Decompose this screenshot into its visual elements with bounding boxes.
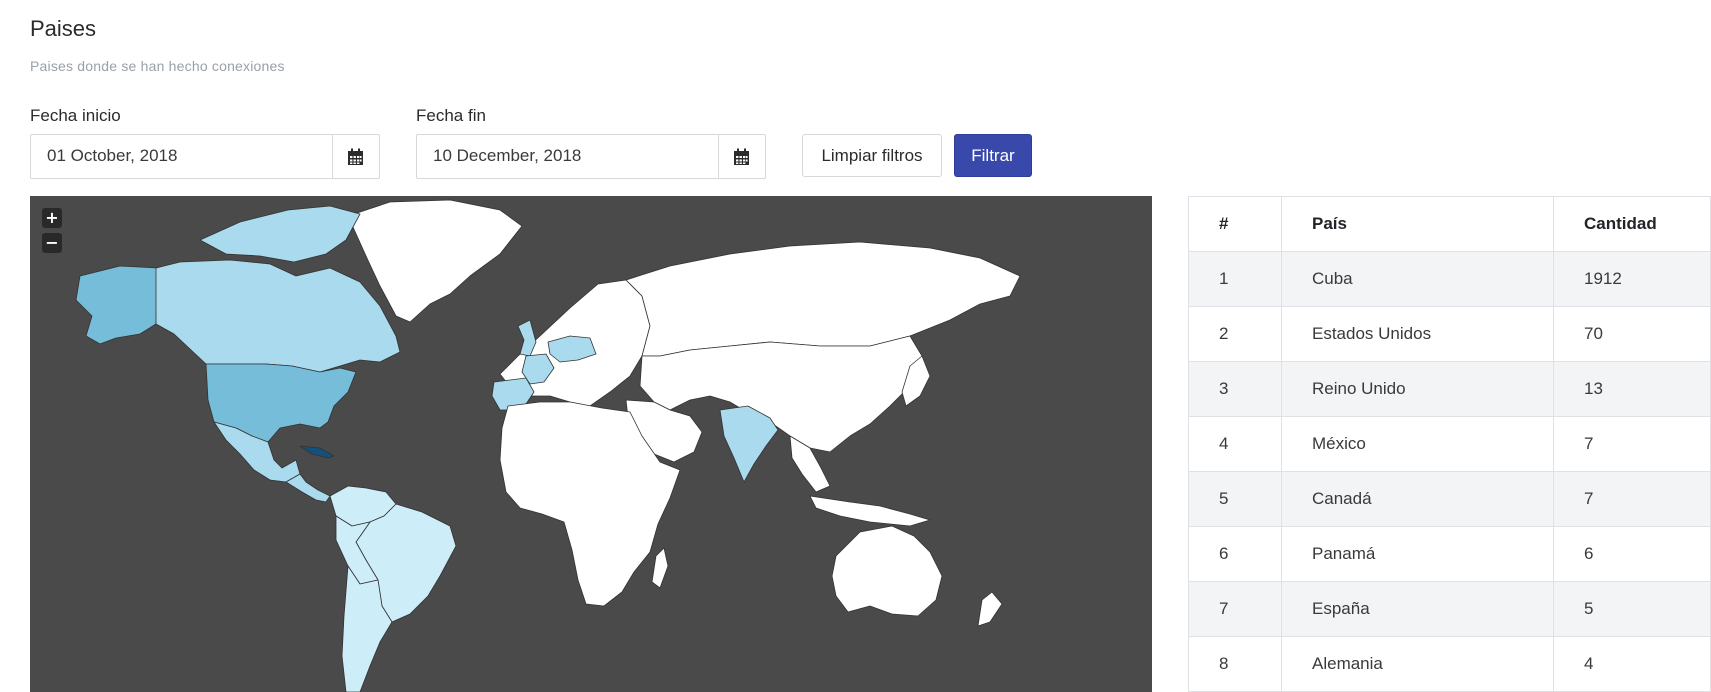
cell-country: México [1281, 416, 1554, 472]
cell-index: 8 [1188, 636, 1282, 692]
end-date-label: Fecha fin [416, 106, 486, 125]
zoom-out-button[interactable]: − [42, 233, 62, 253]
country-cuba[interactable] [299, 445, 335, 459]
header-country: País [1281, 196, 1554, 252]
cell-count: 7 [1553, 416, 1711, 472]
table-header-row: # País Cantidad [1188, 196, 1711, 252]
cell-count: 1912 [1553, 251, 1711, 307]
clear-filters-button[interactable]: Limpiar filtros [802, 134, 942, 177]
page-title: Paises [30, 16, 97, 41]
world-map-svg [75, 199, 1021, 692]
cell-country: España [1281, 581, 1554, 637]
cell-country: Canadá [1281, 471, 1554, 527]
table-row: 8 Alemania 4 [1188, 636, 1711, 692]
end-date-calendar-button[interactable] [717, 135, 765, 178]
countries-table: # País Cantidad 1 Cuba 1912 2 Estados Un… [1188, 196, 1711, 692]
world-map[interactable]: + − [30, 196, 1152, 692]
table-row: 6 Panamá 6 [1188, 526, 1711, 582]
start-date-label: Fecha inicio [30, 106, 121, 125]
cell-index: 4 [1188, 416, 1282, 472]
countries-table-container: # País Cantidad 1 Cuba 1912 2 Estados Un… [1188, 196, 1711, 692]
country-russia[interactable] [625, 241, 1021, 357]
table-row: 1 Cuba 1912 [1188, 251, 1711, 307]
country-alaska[interactable] [75, 265, 159, 345]
cell-index: 2 [1188, 306, 1282, 362]
country-madagascar[interactable] [651, 547, 669, 589]
cell-index: 7 [1188, 581, 1282, 637]
table-row: 4 México 7 [1188, 416, 1711, 472]
cell-count: 5 [1553, 581, 1711, 637]
country-australia[interactable] [831, 525, 943, 617]
end-date-input[interactable] [417, 135, 718, 176]
country-central-america[interactable] [285, 473, 331, 503]
calendar-icon [734, 148, 750, 165]
cell-country: Estados Unidos [1281, 306, 1554, 362]
cell-index: 3 [1188, 361, 1282, 417]
start-date-group [30, 134, 380, 179]
table-row: 3 Reino Unido 13 [1188, 361, 1711, 417]
cell-index: 1 [1188, 251, 1282, 307]
country-new-zealand[interactable] [977, 591, 1003, 627]
cell-count: 13 [1553, 361, 1711, 417]
zoom-in-button[interactable]: + [42, 208, 62, 228]
cell-country: Panamá [1281, 526, 1554, 582]
cell-index: 6 [1188, 526, 1282, 582]
filter-button[interactable]: Filtrar [954, 134, 1032, 177]
cell-count: 6 [1553, 526, 1711, 582]
country-canada-islands[interactable] [199, 205, 361, 263]
cell-count: 70 [1553, 306, 1711, 362]
cell-country: Alemania [1281, 636, 1554, 692]
country-india[interactable] [719, 405, 779, 483]
start-date-input[interactable] [31, 135, 332, 176]
cell-count: 7 [1553, 471, 1711, 527]
table-row: 7 España 5 [1188, 581, 1711, 637]
calendar-icon [348, 148, 364, 165]
table-row: 5 Canadá 7 [1188, 471, 1711, 527]
header-count: Cantidad [1553, 196, 1711, 252]
start-date-calendar-button[interactable] [331, 135, 379, 178]
table-row: 2 Estados Unidos 70 [1188, 306, 1711, 362]
end-date-group [416, 134, 766, 179]
header-index: # [1188, 196, 1282, 252]
cell-country: Reino Unido [1281, 361, 1554, 417]
cell-count: 4 [1553, 636, 1711, 692]
region-indonesia[interactable] [809, 495, 931, 527]
cell-country: Cuba [1281, 251, 1554, 307]
country-canada[interactable] [155, 259, 401, 373]
cell-index: 5 [1188, 471, 1282, 527]
page-subtitle: Paises donde se han hecho conexiones [30, 58, 285, 74]
